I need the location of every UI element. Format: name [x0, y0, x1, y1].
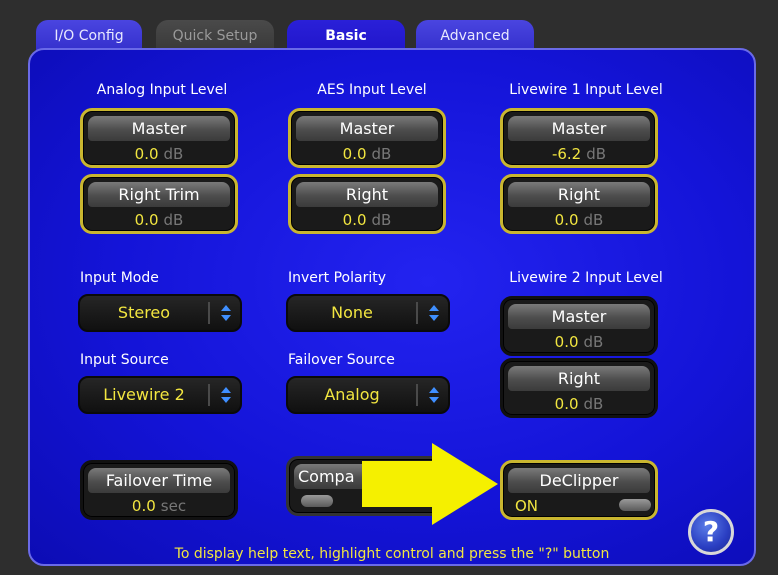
- failover-source-select[interactable]: Analog: [286, 376, 450, 414]
- invert-polarity-value: None: [331, 303, 373, 322]
- aes-right-label: Right: [296, 182, 438, 207]
- failover-time-label: Failover Time: [88, 468, 230, 493]
- livewire2-right-level-control[interactable]: Right 0.0 dB: [500, 358, 658, 418]
- lw1-master-label: Master: [508, 116, 650, 141]
- declipper-state: ON: [515, 497, 539, 515]
- lw1-right-label: Right: [508, 182, 650, 207]
- lw1-right-unit: dB: [583, 211, 604, 229]
- compa-toggle-bar: [301, 495, 333, 507]
- failover-source-value: Analog: [324, 385, 380, 404]
- lw1-master-unit: dB: [586, 145, 607, 163]
- input-mode-select[interactable]: Stereo: [78, 294, 242, 332]
- aes-right-level-control[interactable]: Right 0.0 dB: [288, 174, 446, 234]
- livewire1-right-level-control[interactable]: Right 0.0 dB: [500, 174, 658, 234]
- lw2-right-value: 0.0: [554, 395, 579, 413]
- declipper-label: DeClipper: [508, 468, 650, 493]
- declipper-toggle[interactable]: DeClipper ON: [500, 460, 658, 520]
- up-down-arrows-icon: [420, 296, 448, 330]
- analog-trim-value: 0.0: [134, 211, 159, 229]
- input-source-value: Livewire 2: [103, 385, 185, 404]
- aes-master-label: Master: [296, 116, 438, 141]
- input-mode-value: Stereo: [117, 303, 171, 322]
- analog-master-value: 0.0: [134, 145, 159, 163]
- help-button[interactable]: ?: [688, 509, 734, 555]
- failover-time-control[interactable]: Failover Time 0.0 sec: [80, 460, 238, 520]
- lw2-master-value: 0.0: [554, 333, 579, 351]
- up-down-arrows-icon: [212, 296, 240, 330]
- lw1-right-value: 0.0: [554, 211, 579, 229]
- lw2-master-label: Master: [508, 304, 650, 329]
- up-down-arrows-icon: [420, 378, 448, 412]
- input-source-title: Input Source: [80, 352, 169, 368]
- invert-polarity-title: Invert Polarity: [288, 270, 386, 286]
- help-hint-text: To display help text, highlight control …: [174, 546, 610, 562]
- lw2-right-unit: dB: [583, 395, 604, 413]
- lw2-right-label: Right: [508, 366, 650, 391]
- aes-master-value: 0.0: [342, 145, 367, 163]
- up-down-arrows-icon: [212, 378, 240, 412]
- lw1-master-value: -6.2: [551, 145, 582, 163]
- screen: I/O Config Quick Setup Basic Advanced An…: [0, 0, 778, 575]
- lw2-master-unit: dB: [583, 333, 604, 351]
- analog-trim-label: Right Trim: [88, 182, 230, 207]
- livewire2-master-level-control[interactable]: Master 0.0 dB: [500, 296, 658, 356]
- livewire1-input-level-title: Livewire 1 Input Level: [509, 82, 663, 98]
- livewire1-master-level-control[interactable]: Master -6.2 dB: [500, 108, 658, 168]
- analog-trim-unit: dB: [163, 211, 184, 229]
- input-source-select[interactable]: Livewire 2: [78, 376, 242, 414]
- analog-master-label: Master: [88, 116, 230, 141]
- aes-input-level-title: AES Input Level: [317, 82, 427, 98]
- declipper-toggle-bar: [619, 499, 651, 511]
- aes-master-unit: dB: [371, 145, 392, 163]
- livewire2-input-level-title: Livewire 2 Input Level: [509, 270, 663, 286]
- analog-right-trim-control[interactable]: Right Trim 0.0 dB: [80, 174, 238, 234]
- aes-right-unit: dB: [371, 211, 392, 229]
- analog-master-unit: dB: [163, 145, 184, 163]
- invert-polarity-select[interactable]: None: [286, 294, 450, 332]
- question-mark-icon: ?: [702, 515, 720, 548]
- aes-master-level-control[interactable]: Master 0.0 dB: [288, 108, 446, 168]
- aes-right-value: 0.0: [342, 211, 367, 229]
- yellow-arrow-icon: [362, 443, 498, 525]
- failover-time-value: 0.0: [131, 497, 156, 515]
- analog-master-level-control[interactable]: Master 0.0 dB: [80, 108, 238, 168]
- input-mode-title: Input Mode: [80, 270, 159, 286]
- failover-time-unit: sec: [160, 497, 187, 515]
- failover-source-title: Failover Source: [288, 352, 395, 368]
- analog-input-level-title: Analog Input Level: [96, 82, 228, 98]
